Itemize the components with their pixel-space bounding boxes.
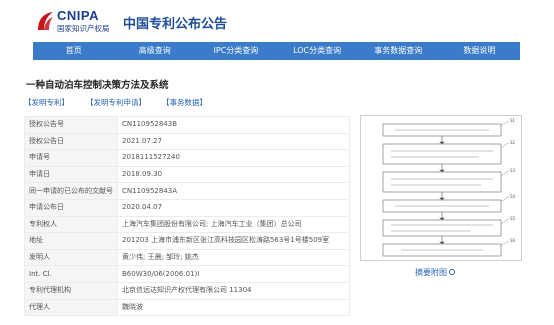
logo-text-en: CNIPA — [57, 8, 99, 23]
field-label: 专利权人 — [24, 215, 118, 234]
field-value: 2020.04.07 — [117, 198, 350, 217]
tab-invention-application[interactable]: 【发明专利申请】 — [86, 97, 146, 108]
table-row: 代理人 魏晓波 — [24, 298, 350, 317]
figure-caption: 摘要附图 — [415, 268, 447, 277]
step-label: S2 — [510, 140, 516, 145]
field-value: 201203 上海市浦东新区张江高科技园区松涛路563号1号楼509室 — [117, 232, 350, 250]
table-row: 申请号 2018111527240 — [24, 149, 350, 167]
field-label: 授权公告日 — [24, 132, 118, 151]
step-label: S5 — [510, 216, 516, 221]
site-header: CNIPA 国家知识产权局 中国专利公布公告 — [0, 0, 554, 42]
field-value: CN110952843B — [117, 116, 350, 134]
flowchart-step-box — [382, 143, 502, 165]
table-row: 专利代理机构 北京信远达知识产权代理有限公司 11304 — [24, 281, 350, 300]
tab-invention-patent[interactable]: 【发明专利】 — [24, 97, 69, 108]
field-label: 同一申请的已公布的文献号 — [24, 182, 118, 200]
table-row: Int. Cl. B60W30/06(2006.01)I — [24, 265, 350, 283]
site-title: 中国专利公布公告 — [123, 17, 228, 32]
field-label: 申请号 — [24, 149, 118, 167]
table-row: 申请公布日 2020.04.07 — [24, 198, 350, 217]
step-label: S3 — [510, 168, 516, 173]
field-label: 申请公布日 — [24, 198, 118, 217]
field-label: 代理人 — [24, 298, 118, 317]
table-row: 专利权人 上海汽车集团股份有限公司; 上海汽车工业（集团）总公司 — [24, 215, 350, 234]
nav-item-loc-search[interactable]: LOC分类查询 — [277, 42, 358, 60]
field-value: 2018.09.30 — [117, 165, 350, 184]
nav-item-transaction-search[interactable]: 事务数据查询 — [358, 42, 439, 60]
field-value: CN110952843A — [117, 182, 350, 200]
main-nav: 首页 高级查询 IPC分类查询 LOC分类查询 事务数据查询 数据说明 — [33, 42, 520, 60]
field-value: 魏晓波 — [117, 298, 350, 317]
patent-title: 一种自动泊车控制决策方法及系统 — [26, 80, 169, 91]
nav-item-advanced-search[interactable]: 高级查询 — [114, 42, 195, 60]
flowchart-drawing: S1 S2 S3 S4 S5 S6 — [382, 118, 516, 257]
nav-item-ipc-search[interactable]: IPC分类查询 — [195, 42, 276, 60]
tab-transaction-data[interactable]: 【事务数据】 — [162, 97, 207, 108]
bibliographic-table: 授权公告号 CN110952843B 授权公告日 2021.07.27 申请号 201… — [24, 116, 350, 317]
table-row: 授权公告日 2021.07.27 — [24, 132, 350, 151]
step-label: S1 — [510, 118, 516, 123]
field-value: 上海汽车集团股份有限公司; 上海汽车工业（集团）总公司 — [117, 215, 350, 234]
field-label: 专利代理机构 — [24, 281, 118, 300]
table-row: 申请日 2018.09.30 — [24, 165, 350, 184]
nav-item-home[interactable]: 首页 — [33, 42, 114, 60]
field-label: 申请日 — [24, 165, 118, 184]
step-label: S6 — [510, 238, 516, 243]
flowchart-step-box — [382, 171, 502, 193]
field-label: 地址 — [24, 232, 118, 250]
magnifier-icon[interactable] — [449, 269, 455, 275]
field-label: 授权公告号 — [24, 116, 118, 134]
abstract-figure-link[interactable]: 摘要附图 — [415, 267, 455, 278]
abstract-figure[interactable]: S1 S2 S3 S4 S5 S6 — [360, 115, 522, 261]
field-label: 发明人 — [24, 248, 118, 267]
nav-item-data-notes[interactable]: 数据说明 — [439, 42, 520, 60]
table-row: 同一申请的已公布的文献号 CN110952843A — [24, 182, 350, 200]
cnipa-emblem-icon — [38, 12, 53, 30]
logo-text-cn: 国家知识产权局 — [57, 24, 110, 33]
field-value: B60W30/06(2006.01)I — [117, 265, 350, 283]
field-value: 黄少伟; 王晨; 邹玲; 姚杰 — [117, 248, 350, 267]
table-row: 发明人 黄少伟; 王晨; 邹玲; 姚杰 — [24, 248, 350, 267]
table-row: 授权公告号 CN110952843B — [24, 116, 350, 134]
flowchart-step-box — [382, 219, 502, 237]
cnipa-logo[interactable]: CNIPA 国家知识产权局 — [35, 8, 125, 36]
field-label: Int. Cl. — [24, 265, 118, 283]
step-label: S4 — [510, 194, 516, 199]
table-row: 地址 201203 上海市浦东新区张江高科技园区松涛路563号1号楼509室 — [24, 232, 350, 250]
field-value: 2021.07.27 — [117, 132, 350, 151]
field-value: 北京信远达知识产权代理有限公司 11304 — [117, 281, 350, 300]
field-value: 2018111527240 — [117, 149, 350, 167]
